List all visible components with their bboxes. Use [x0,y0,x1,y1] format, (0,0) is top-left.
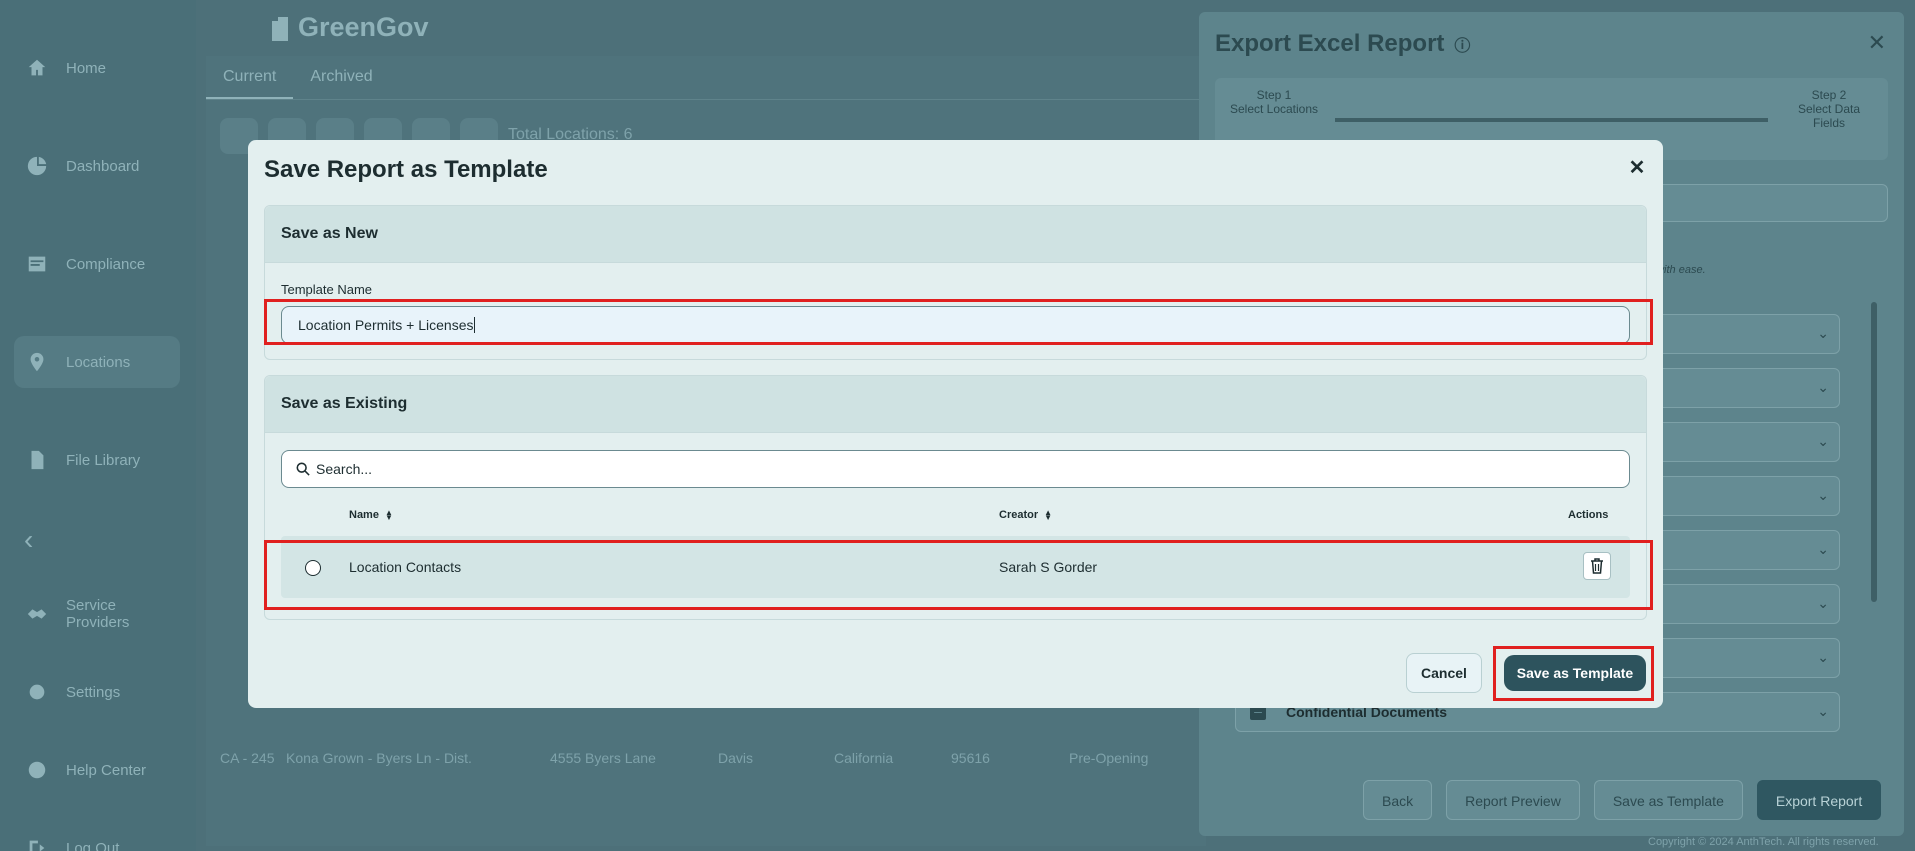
handshake-icon [26,603,48,625]
sidebar-item-service-providers[interactable]: Service Providers [14,588,180,640]
close-icon[interactable]: ✕ [1868,30,1886,56]
home-icon [26,57,48,79]
sidebar-item-label: Log Out [66,839,120,851]
back-button[interactable]: Back [1363,780,1433,820]
trash-icon [1591,558,1603,574]
chevron-down-icon: ⌄ [1817,325,1829,341]
gear-icon [26,681,48,703]
chevron-down-icon: ⌄ [1817,433,1829,449]
sidebar-item-label: Compliance [66,255,146,273]
tab-archived[interactable]: Archived [293,60,389,99]
sidebar-item-label: Help Center [66,761,147,779]
sidebar-item-label: Home [66,59,107,77]
sidebar-item-locations[interactable]: Locations [14,336,180,388]
file-icon [26,449,48,471]
sidebar-item-settings[interactable]: Settings [14,666,180,718]
modal-title: Save Report as Template [264,156,548,183]
chevron-down-icon: ⌄ [1817,595,1829,611]
table-header: Name ▲ ▼ Creator ▲ ▼ Actions [281,501,1630,531]
scrollbar[interactable] [1871,302,1877,602]
location-pin-icon [26,351,48,373]
save-template-modal: Save Report as Template ✕ Save as New Te… [248,140,1663,708]
info-icon[interactable]: ⓘ [1454,32,1470,56]
sidebar: Home Dashboard Compliance Locations File… [0,0,196,851]
creator-cell: Sarah S Gorder [999,559,1098,575]
save-as-new-section: Save as New Template Name Location Permi… [264,205,1647,360]
export-report-button[interactable]: Export Report [1756,780,1882,820]
template-search-input[interactable]: Search... [281,450,1630,488]
save-as-template-button-bg[interactable]: Save as Template [1593,780,1743,820]
section-heading: Save as Existing [265,376,1646,433]
sidebar-item-log-out[interactable]: Log Out [14,822,180,851]
column-header-name[interactable]: Name ▲ ▼ [349,508,393,522]
chevron-down-icon: ⌄ [1817,487,1829,503]
step-progress-bar [1335,118,1768,122]
export-panel-footer: Back Report Preview Save as Template Exp… [1363,780,1882,820]
table-row[interactable]: Location Contacts Sarah S Gorder [281,536,1630,598]
sidebar-item-help-center[interactable]: Help Center [14,744,180,796]
save-as-existing-section: Save as Existing Search... Name ▲ ▼ Creato… [264,375,1647,620]
step-2[interactable]: Step 2 Select Data Fields [1784,88,1874,130]
column-header-creator[interactable]: Creator ▲ ▼ [999,508,1053,522]
step-1[interactable]: Step 1 Select Locations [1229,88,1319,116]
sidebar-item-label: Locations [66,353,131,371]
sidebar-item-home[interactable]: Home [14,42,180,94]
sidebar-item-compliance[interactable]: Compliance [14,238,180,290]
sort-icon: ▲ ▼ [384,508,393,522]
row-select-radio[interactable] [305,560,321,576]
export-panel-title: Export Excel Report ⓘ [1215,30,1471,57]
chevron-down-icon: ⌄ [1817,703,1829,719]
sort-icon: ▲ ▼ [1044,508,1053,522]
text-caret [474,317,476,333]
table-row[interactable]: CA - 245 Kona Grown - Byers Ln - Dist. 4… [220,750,1148,766]
save-as-template-button[interactable]: Save as Template [1504,655,1646,691]
chevron-down-icon: ⌄ [1817,379,1829,395]
delete-template-button[interactable] [1583,552,1611,580]
building-icon [272,16,288,41]
sidebar-item-label: Settings [66,683,121,701]
compliance-icon [26,253,48,275]
help-icon [26,759,48,781]
dashboard-icon [26,155,48,177]
section-heading: Save as New [265,206,1646,263]
report-preview-button[interactable]: Report Preview [1446,780,1580,820]
collapse-sidebar-icon[interactable]: ‹ [24,524,33,556]
location-tabs: Current Archived [206,60,1206,100]
sidebar-item-dashboard[interactable]: Dashboard [14,140,180,192]
template-name-cell: Location Contacts [349,559,462,575]
close-icon[interactable]: ✕ [1625,156,1649,180]
sidebar-item-label: Service Providers [66,597,130,631]
cancel-button[interactable]: Cancel [1406,653,1482,693]
copyright: Copyright © 2024 AnthTech. All rights re… [1648,836,1879,848]
chevron-down-icon: ⌄ [1817,541,1829,557]
app-logo: GreenGov [270,12,429,43]
logout-icon [26,837,48,851]
search-icon [296,462,310,476]
sidebar-item-file-library[interactable]: File Library [14,434,180,486]
sidebar-item-label: File Library [66,451,141,469]
chevron-down-icon: ⌄ [1817,649,1829,665]
column-header-actions: Actions [1568,509,1609,521]
template-name-input[interactable]: Location Permits + Licenses [281,306,1630,344]
sidebar-item-label: Dashboard [66,157,140,175]
template-name-label: Template Name [281,282,373,297]
tab-current[interactable]: Current [206,60,294,99]
